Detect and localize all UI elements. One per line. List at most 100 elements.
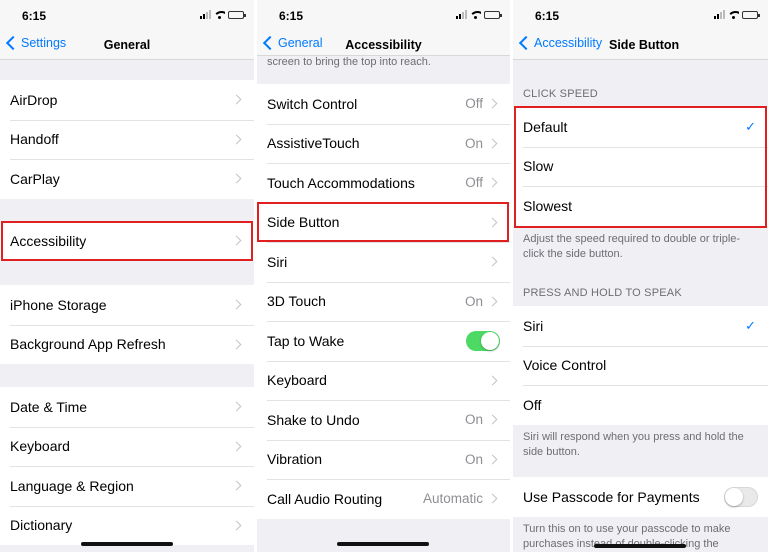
row-label: Siri [267, 253, 288, 270]
chevron-right-icon [487, 217, 498, 228]
row-tap-to-wake: Tap to Wake [257, 321, 510, 361]
row-label: Keyboard [10, 438, 70, 455]
battery-icon [228, 11, 246, 19]
option-off[interactable]: Off [513, 385, 768, 425]
row-carplay[interactable]: CarPlay [0, 159, 254, 199]
status-time: 6:15 [279, 9, 304, 23]
passcode-toggle[interactable] [724, 486, 758, 507]
row-call-audio-routing[interactable]: Call Audio Routing Automatic [257, 479, 510, 519]
general-group-4: Date & Time Keyboard Language & Region D… [0, 387, 254, 545]
home-indicator[interactable] [594, 544, 686, 548]
status-icons [714, 10, 760, 19]
wifi-icon [728, 10, 739, 19]
page-title: General [103, 38, 151, 52]
row-label: 3D Touch [267, 293, 326, 310]
row-airdrop[interactable]: AirDrop [0, 80, 254, 120]
row-label: Default [523, 118, 568, 135]
row-value: On [464, 135, 483, 151]
row-label: Tap to Wake [267, 332, 345, 349]
row-label: Side Button [267, 214, 340, 231]
click-speed-group: Default ✓ Slow Slowest [513, 107, 768, 226]
option-slowest[interactable]: Slowest [513, 186, 768, 226]
row-label: Siri [523, 317, 544, 334]
row-handoff[interactable]: Handoff [0, 119, 254, 160]
chevron-right-icon [487, 177, 498, 188]
row-iphone-storage[interactable]: iPhone Storage [0, 285, 254, 325]
back-label: Accessibility [534, 36, 603, 50]
nav-bar: Accessibility Side Button [513, 30, 768, 60]
row-vibration[interactable]: Vibration On [257, 439, 510, 480]
general-group-3: iPhone Storage Background App Refresh [0, 285, 254, 364]
row-label: Shake to Undo [267, 411, 360, 428]
click-speed-header: CLICK SPEED [523, 88, 598, 100]
page-title: Accessibility [345, 38, 422, 52]
chevron-right-icon [487, 454, 498, 465]
chevron-right-icon [231, 520, 242, 531]
chevron-left-icon [518, 35, 534, 51]
row-date-time[interactable]: Date & Time [0, 387, 254, 427]
signal-icon [714, 10, 725, 19]
status-bar: 6:15 [257, 0, 510, 30]
row-label: Dictionary [10, 517, 73, 534]
row-label: Slow [523, 158, 554, 175]
page-title: Side Button [609, 38, 680, 52]
status-time: 6:15 [535, 9, 560, 23]
row-language-region[interactable]: Language & Region [0, 466, 254, 506]
home-indicator[interactable] [337, 542, 429, 546]
row-value: On [464, 293, 483, 309]
accessibility-list: Switch Control Off AssistiveTouch On Touch… [257, 84, 510, 519]
chevron-right-icon [231, 299, 242, 310]
option-voice-control[interactable]: Voice Control [513, 345, 768, 386]
passcode-group: Use Passcode for Payments [513, 477, 768, 517]
press-hold-group: Siri ✓ Voice Control Off [513, 306, 768, 425]
cut-off-description: screen to bring the top into reach. [267, 56, 431, 68]
row-3d-touch[interactable]: 3D Touch On [257, 281, 510, 322]
status-bar: 6:15 [513, 0, 768, 30]
tap-to-wake-toggle[interactable] [466, 330, 500, 351]
row-assistivetouch[interactable]: AssistiveTouch On [257, 123, 510, 164]
row-label: Switch Control [267, 95, 358, 112]
nav-bar: Settings General [0, 30, 254, 60]
battery-icon [484, 11, 502, 19]
option-slow[interactable]: Slow [513, 146, 768, 187]
chevron-right-icon [231, 173, 242, 184]
chevron-right-icon [231, 94, 242, 105]
row-dictionary[interactable]: Dictionary [0, 505, 254, 546]
row-value: Off [465, 175, 483, 191]
row-siri[interactable]: Siri [257, 242, 510, 282]
click-speed-footer: Adjust the speed required to double or t… [523, 233, 741, 260]
row-label: Slowest [523, 197, 573, 214]
row-shake-to-undo[interactable]: Shake to Undo On [257, 400, 510, 440]
general-group-2: Accessibility [0, 221, 254, 261]
row-accessibility[interactable]: Accessibility [0, 221, 254, 261]
chevron-right-icon [487, 375, 498, 386]
row-label: Off [523, 396, 542, 413]
row-label: Keyboard [267, 372, 327, 389]
chevron-right-icon [231, 480, 242, 491]
option-default[interactable]: Default ✓ [513, 107, 768, 147]
chevron-right-icon [487, 138, 498, 149]
chevron-right-icon [487, 256, 498, 267]
row-value: On [464, 412, 483, 428]
chevron-right-icon [487, 98, 498, 109]
row-label: Date & Time [10, 398, 88, 415]
row-keyboard[interactable]: Keyboard [0, 426, 254, 467]
chevron-right-icon [231, 134, 242, 145]
row-keyboard[interactable]: Keyboard [257, 360, 510, 401]
row-background-app-refresh[interactable]: Background App Refresh [0, 324, 254, 365]
wifi-icon [214, 10, 225, 19]
row-side-button[interactable]: Side Button [257, 202, 510, 243]
row-touch-accommodations[interactable]: Touch Accommodations Off [257, 163, 510, 203]
home-indicator[interactable] [81, 542, 173, 546]
row-switch-control[interactable]: Switch Control Off [257, 84, 510, 124]
back-button[interactable]: Accessibility [518, 35, 603, 51]
press-hold-header: PRESS AND HOLD TO SPEAK [523, 287, 682, 299]
row-use-passcode: Use Passcode for Payments [513, 477, 768, 517]
press-hold-footer: Siri will respond when you press and hol… [523, 431, 744, 458]
option-siri[interactable]: Siri ✓ [513, 306, 768, 346]
row-label: AirDrop [10, 91, 58, 108]
side-button-screen: 6:15 Accessibility Side Button CLICK SPE… [513, 0, 768, 552]
row-label: iPhone Storage [10, 296, 107, 313]
wifi-icon [470, 10, 481, 19]
chevron-right-icon [487, 296, 498, 307]
